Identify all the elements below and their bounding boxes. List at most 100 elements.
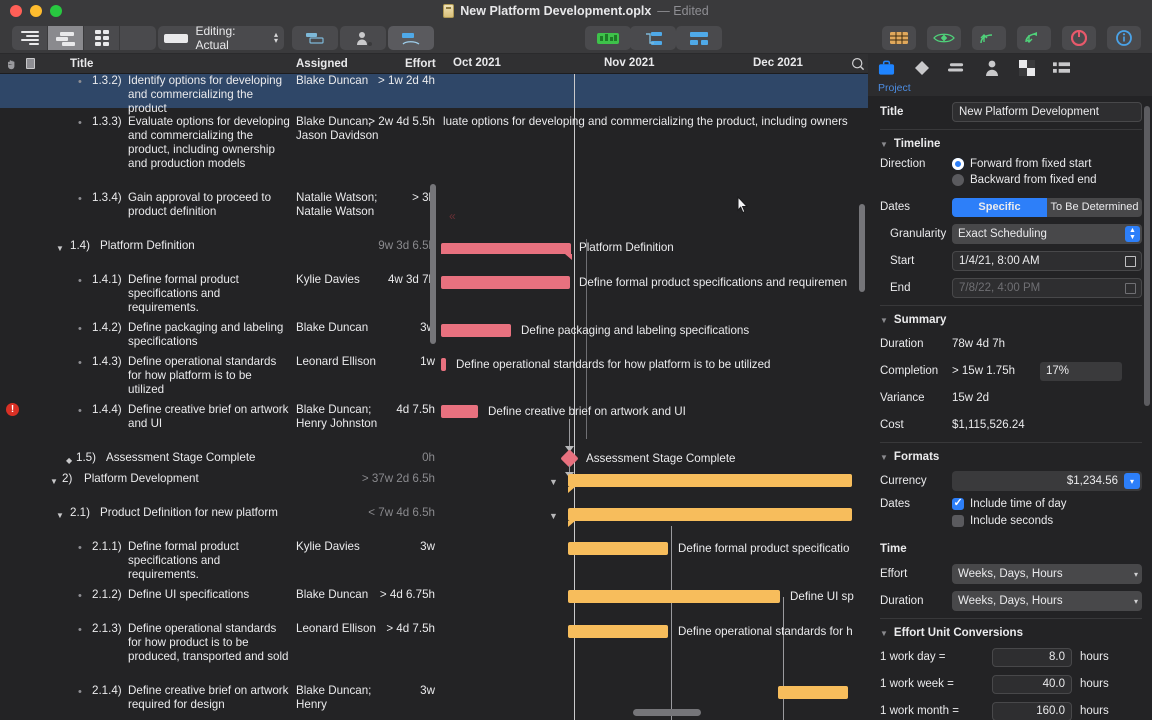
currency-select[interactable]: $1,234.56 ▾ <box>952 471 1142 491</box>
resource-assign-button[interactable] <box>340 26 386 50</box>
outline-view-button[interactable] <box>12 26 48 50</box>
summary-section-header[interactable]: ▼ Summary <box>880 314 1142 326</box>
inspector-tab-task[interactable] <box>913 60 930 77</box>
include-time-checkbox-row[interactable]: Include time of day <box>952 498 1142 510</box>
table-row[interactable]: • 1.3.4) Gain approval to proceed to pro… <box>0 191 441 239</box>
gantt-bar[interactable] <box>441 324 511 337</box>
search-timeline-icon[interactable] <box>851 57 865 71</box>
conversion-input[interactable]: 8.0 <box>992 648 1072 667</box>
table-row[interactable]: • 1.3.2) Identify options for developing… <box>0 74 441 108</box>
conversions-section-header[interactable]: ▼ Effort Unit Conversions <box>880 627 1142 639</box>
inspector-tab-style[interactable] <box>1018 60 1035 77</box>
timeline-header: Oct 2021 Nov 2021 Dec 2021 <box>441 54 868 74</box>
project-title-input[interactable]: New Platform Development <box>952 102 1142 122</box>
include-seconds-checkbox-row[interactable]: Include seconds <box>952 515 1142 527</box>
table-button[interactable] <box>882 26 916 50</box>
table-row[interactable]: ▼ 2) Platform Development > 37w 2d 6.5h <box>0 472 441 506</box>
info-button[interactable] <box>1107 26 1141 50</box>
view-mode-group[interactable] <box>12 26 156 50</box>
connect-button[interactable] <box>630 26 676 50</box>
table-row[interactable]: • 1.4.1) Define formal product specifica… <box>0 273 441 321</box>
inspector-eye-button[interactable] <box>927 26 961 50</box>
gantt-view-button[interactable] <box>48 26 84 50</box>
gantt-bar[interactable] <box>441 276 570 289</box>
row-error-badge[interactable]: ! <box>6 403 19 416</box>
stop-button[interactable] <box>1062 26 1096 50</box>
duration-format-select[interactable]: Weeks, Days, Hours ▾ <box>952 591 1142 611</box>
completion-label: Completion <box>880 365 952 377</box>
row-effort: > 1w 2d 4h <box>330 74 435 88</box>
inspector-tab-strip[interactable] <box>868 54 1152 82</box>
formats-section-header[interactable]: ▼ Formats <box>880 451 1142 463</box>
resources-view-button[interactable] <box>120 26 156 50</box>
divider <box>880 305 1142 306</box>
table-row[interactable]: ▼ 2.1) Product Definition for new platfo… <box>0 506 441 540</box>
gantt-bar[interactable] <box>441 405 478 418</box>
row-title: Product Definition for new platform <box>100 506 278 520</box>
task-outline[interactable]: • 1.3.2) Identify options for developing… <box>0 74 441 720</box>
calendar-icon[interactable] <box>1125 283 1136 294</box>
table-row[interactable]: • 2.1.3) Define operational standards fo… <box>0 622 441 684</box>
gantt-summary-cap <box>565 254 572 260</box>
direction-option-backward[interactable]: Backward from fixed end <box>952 174 1142 186</box>
gantt-chart[interactable]: luate options for developing and commerc… <box>441 74 868 720</box>
timeline-section-header[interactable]: ▼ Timeline <box>880 138 1142 150</box>
direction-option-forward[interactable]: Forward from fixed start <box>952 158 1142 170</box>
indent-down-button[interactable] <box>1017 26 1051 50</box>
end-date-input[interactable]: 7/8/22, 4:00 PM <box>952 278 1142 298</box>
gantt-horizontal-scrollbar[interactable] <box>633 709 701 716</box>
column-header-assigned[interactable]: Assigned <box>296 58 348 70</box>
indent-up-button[interactable] <box>972 26 1006 50</box>
gantt-bar[interactable] <box>568 625 668 638</box>
gantt-bar[interactable] <box>568 474 852 487</box>
gantt-bar[interactable] <box>568 508 852 521</box>
duration-format-row: Duration Weeks, Days, Hours ▾ <box>880 591 1142 611</box>
segment-specific[interactable]: Specific <box>952 198 1047 217</box>
network-view-button[interactable] <box>84 26 120 50</box>
table-row[interactable]: ▼ 1.4) Platform Definition 9w 3d 6.5h <box>0 239 441 273</box>
editing-mode-popup[interactable]: Editing: Actual ▴▾ <box>158 26 284 50</box>
table-row[interactable]: ! • 1.4.4) Define creative brief on artw… <box>0 403 441 451</box>
table-row[interactable]: ◆ 1.5) Assessment Stage Complete 0h <box>0 451 441 472</box>
segment-tbd[interactable]: To Be Determined <box>1047 198 1142 217</box>
gantt-bar[interactable] <box>441 243 571 254</box>
start-date-input[interactable]: 1/4/21, 8:00 AM <box>952 251 1142 271</box>
conversion-input[interactable]: 160.0 <box>992 702 1072 720</box>
inspector-tab-columns[interactable] <box>1053 60 1070 77</box>
inspector-vertical-scrollbar[interactable] <box>1144 106 1150 406</box>
outline-vertical-scrollbar[interactable] <box>430 184 436 344</box>
table-row[interactable]: • 1.4.2) Define packaging and labeling s… <box>0 321 441 355</box>
row-title: Define packaging and labeling specificat… <box>128 321 290 349</box>
gantt-bar[interactable] <box>441 358 446 371</box>
project-inspector[interactable]: Title New Platform Development ▼ Timelin… <box>868 96 1152 720</box>
inspector-tab-project[interactable] <box>878 60 895 77</box>
direction-row: Direction Forward from fixed start Backw… <box>880 158 1142 190</box>
column-header-effort[interactable]: Effort <box>405 58 436 70</box>
table-row[interactable]: • 1.3.3) Evaluate options for developing… <box>0 115 441 191</box>
baseline-button[interactable] <box>292 26 338 50</box>
disconnect-button[interactable] <box>676 26 722 50</box>
gantt-collapse-triangle[interactable]: ▼ <box>549 511 558 521</box>
inspector-tab-resource[interactable] <box>983 60 1000 77</box>
row-effort: 9w 3d 6.5h <box>330 239 435 253</box>
gantt-bar[interactable] <box>778 686 848 699</box>
gantt-vertical-scrollbar[interactable] <box>859 204 865 292</box>
gantt-bar[interactable] <box>568 542 668 555</box>
conversion-input[interactable]: 40.0 <box>992 675 1072 694</box>
column-header-title[interactable]: Title <box>70 58 93 70</box>
table-row[interactable]: • 2.1.1) Define formal product specifica… <box>0 540 441 588</box>
table-row[interactable]: • 2.1.2) Define UI specifications Blake … <box>0 588 441 622</box>
table-row[interactable]: • 1.4.3) Define operational standards fo… <box>0 355 441 403</box>
calendar-icon[interactable] <box>1125 256 1136 267</box>
granularity-select[interactable]: Exact Scheduling ▲▼ <box>952 224 1142 244</box>
level-resources-button[interactable] <box>585 26 631 50</box>
completion-percent-input[interactable]: 17% <box>1040 362 1122 381</box>
effort-format-select[interactable]: Weeks, Days, Hours ▾ <box>952 564 1142 584</box>
duration-format-value: Weeks, Days, Hours <box>958 595 1063 607</box>
inspector-tab-schedule[interactable] <box>948 60 965 77</box>
gantt-collapse-triangle[interactable]: ▼ <box>549 477 558 487</box>
catch-up-button[interactable] <box>388 26 434 50</box>
dates-segmented-control[interactable]: Specific To Be Determined <box>952 198 1142 217</box>
table-row[interactable]: • 2.1.4) Define creative brief on artwor… <box>0 684 441 720</box>
gantt-bar[interactable] <box>568 590 780 603</box>
